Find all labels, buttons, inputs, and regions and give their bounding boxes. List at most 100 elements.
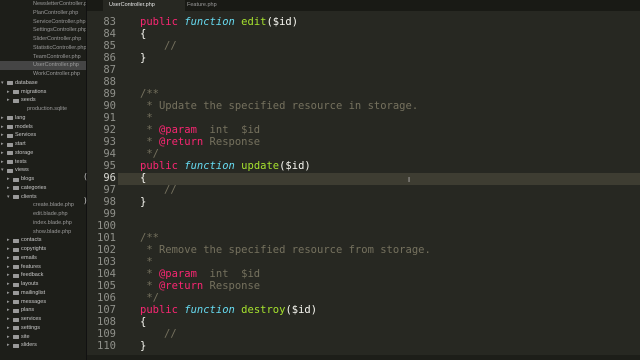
sidebar-item-site[interactable]: ▸ site xyxy=(0,333,86,342)
sidebar-item-settings[interactable]: ▸ settings xyxy=(0,324,86,333)
sidebar-item-usercontroller-php[interactable]: UserController.php xyxy=(0,61,86,70)
sidebar-item-clients[interactable]: ▾ clients xyxy=(0,193,86,202)
disclosure-triangle-icon[interactable]: ▸ xyxy=(1,140,4,149)
sidebar-item-plans[interactable]: ▸ plans xyxy=(0,306,86,315)
sidebar-item-index-blade-php[interactable]: index.blade.php xyxy=(0,219,86,228)
disclosure-triangle-icon[interactable]: ▸ xyxy=(7,298,10,307)
sidebar-item-label: index.blade.php xyxy=(33,219,72,226)
sidebar-item-newslettercontroller-php[interactable]: NewsletterController.php xyxy=(0,0,86,9)
code-line[interactable]: * @return Response xyxy=(140,280,260,292)
sidebar-item-seeds[interactable]: ▸ seeds xyxy=(0,96,86,105)
code-line[interactable]: * Update the specified resource in stora… xyxy=(140,100,418,112)
tab-feature-php[interactable]: Feature.php xyxy=(181,0,263,11)
disclosure-triangle-icon[interactable]: ▸ xyxy=(7,245,10,254)
sidebar-item-messages[interactable]: ▸ messages xyxy=(0,298,86,307)
disclosure-triangle-icon[interactable]: ▸ xyxy=(7,236,10,245)
disclosure-triangle-icon[interactable]: ▸ xyxy=(7,271,10,280)
sidebar-item-services[interactable]: ▸ services xyxy=(0,315,86,324)
disclosure-triangle-icon[interactable]: ▾ xyxy=(1,166,4,175)
code-line[interactable]: // xyxy=(164,184,177,196)
code-line[interactable]: */ xyxy=(140,148,159,160)
code-line[interactable]: /** xyxy=(140,232,159,244)
sidebar-item-mailinglist[interactable]: ▸ mailinglist xyxy=(0,289,86,298)
disclosure-triangle-icon[interactable]: ▸ xyxy=(7,254,10,263)
code-line[interactable]: * @return Response xyxy=(140,136,260,148)
sidebar-item-teamcontroller-php[interactable]: TeamController.php xyxy=(0,53,86,62)
code-line[interactable]: public function edit($id) xyxy=(140,16,298,28)
disclosure-triangle-icon[interactable]: ▸ xyxy=(7,263,10,272)
sidebar-item-feedback[interactable]: ▸ feedback xyxy=(0,271,86,280)
code-line[interactable]: /** xyxy=(140,88,159,100)
disclosure-triangle-icon[interactable]: ▸ xyxy=(7,306,10,315)
sidebar-item-lang[interactable]: ▸ lang xyxy=(0,114,86,123)
sidebar-item-edit-blade-php[interactable]: edit.blade.php xyxy=(0,210,86,219)
code-line[interactable]: // xyxy=(164,328,177,340)
line-number: 103 xyxy=(97,256,116,268)
disclosure-triangle-icon[interactable]: ▸ xyxy=(1,123,4,132)
sidebar-item-sliders[interactable]: ▸ sliders xyxy=(0,341,86,350)
disclosure-triangle-icon[interactable]: ▸ xyxy=(1,131,4,140)
disclosure-triangle-icon[interactable]: ▸ xyxy=(7,341,10,350)
sidebar-item-blogs[interactable]: ▸ blogs xyxy=(0,175,86,184)
sidebar-item-settingscontroller-php[interactable]: SettingsController.php xyxy=(0,26,86,35)
line-number: 85 xyxy=(103,40,116,52)
code-line[interactable]: */ xyxy=(140,292,159,304)
disclosure-triangle-icon[interactable]: ▸ xyxy=(7,324,10,333)
sidebar-item-views[interactable]: ▾ views xyxy=(0,166,86,175)
code-line[interactable]: public function destroy($id) xyxy=(140,304,317,316)
disclosure-triangle-icon[interactable]: ▸ xyxy=(7,184,10,193)
sidebar-item-storage[interactable]: ▸ storage xyxy=(0,149,86,158)
sidebar-item-production-sqlite[interactable]: production.sqlite xyxy=(0,105,86,114)
code-line[interactable]: } xyxy=(140,196,146,208)
disclosure-triangle-icon[interactable]: ▾ xyxy=(7,193,10,202)
sidebar-item-migrations[interactable]: ▸ migrations xyxy=(0,88,86,97)
sidebar-item-statisticcontroller-php[interactable]: StatisticController.php xyxy=(0,44,86,53)
code-line[interactable]: } xyxy=(140,340,146,352)
sidebar-item-plancontroller-php[interactable]: PlanController.php xyxy=(0,9,86,18)
sidebar-item-emails[interactable]: ▸ emails xyxy=(0,254,86,263)
code-line[interactable]: * Remove the specified resource from sto… xyxy=(140,244,430,256)
code-line[interactable]: public function update($id) xyxy=(140,160,311,172)
sidebar-item-servicecontroller-php[interactable]: ServiceController.php xyxy=(0,18,86,27)
disclosure-triangle-icon[interactable]: ▸ xyxy=(1,114,4,123)
disclosure-triangle-icon[interactable]: ▸ xyxy=(1,158,4,167)
code-line[interactable]: { xyxy=(140,316,146,328)
sidebar-item-features[interactable]: ▸ features xyxy=(0,263,86,272)
sidebar-item-workcontroller-php[interactable]: WorkController.php xyxy=(0,70,86,79)
sidebar-item-layouts[interactable]: ▸ layouts xyxy=(0,280,86,289)
sidebar-item-services[interactable]: ▸ Services xyxy=(0,131,86,140)
sidebar-item-database[interactable]: ▾ database xyxy=(0,79,86,88)
sidebar-item-contacts[interactable]: ▸ contacts xyxy=(0,236,86,245)
code-line[interactable]: } xyxy=(140,52,146,64)
code-line[interactable]: * @param int $id xyxy=(140,124,260,136)
disclosure-triangle-icon[interactable]: ▸ xyxy=(1,149,4,158)
disclosure-triangle-icon[interactable]: ▸ xyxy=(7,280,10,289)
code-line[interactable]: { xyxy=(140,172,146,184)
sidebar-item-show-blade-php[interactable]: show.blade.php xyxy=(0,228,86,237)
fold-marker-icon[interactable]: ( xyxy=(83,172,88,181)
code-token: /** xyxy=(140,232,159,244)
code-editor[interactable]: public function edit($id){//}/** * Updat… xyxy=(118,11,640,360)
code-token: int $id xyxy=(196,124,261,136)
code-line[interactable]: * xyxy=(140,256,152,268)
disclosure-triangle-icon[interactable]: ▸ xyxy=(7,175,10,184)
sidebar-item-start[interactable]: ▸ start xyxy=(0,140,86,149)
code-line[interactable]: { xyxy=(140,28,146,40)
sidebar-item-slidercontroller-php[interactable]: SliderController.php xyxy=(0,35,86,44)
disclosure-triangle-icon[interactable]: ▸ xyxy=(7,96,10,105)
disclosure-triangle-icon[interactable]: ▸ xyxy=(7,289,10,298)
code-line[interactable]: * @param int $id xyxy=(140,268,260,280)
disclosure-triangle-icon[interactable]: ▸ xyxy=(7,88,10,97)
disclosure-triangle-icon[interactable]: ▾ xyxy=(1,79,4,88)
disclosure-triangle-icon[interactable]: ▸ xyxy=(7,315,10,324)
sidebar-item-create-blade-php[interactable]: create.blade.php xyxy=(0,201,86,210)
disclosure-triangle-icon[interactable]: ▸ xyxy=(7,333,10,342)
sidebar-item-categories[interactable]: ▸ categories xyxy=(0,184,86,193)
code-line[interactable]: * xyxy=(140,112,152,124)
sidebar-item-models[interactable]: ▸ models xyxy=(0,123,86,132)
fold-marker-icon[interactable]: ) xyxy=(83,196,88,205)
code-line[interactable]: // xyxy=(164,40,177,52)
sidebar-item-tests[interactable]: ▸ tests xyxy=(0,158,86,167)
tab-usercontroller-php[interactable]: UserController.php xyxy=(103,0,185,11)
sidebar-item-copyrights[interactable]: ▸ copyrights xyxy=(0,245,86,254)
